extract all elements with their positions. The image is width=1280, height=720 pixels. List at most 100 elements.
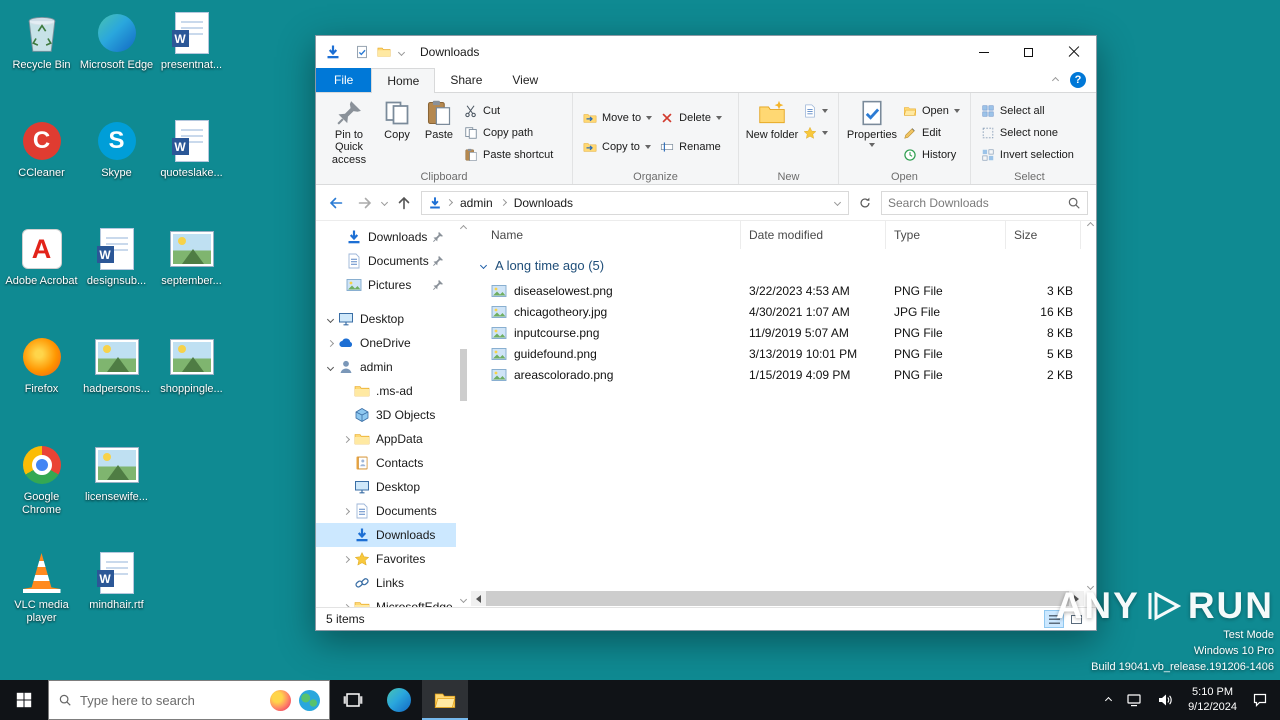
large-icons-view-button[interactable] xyxy=(1066,610,1086,628)
file-row[interactable]: inputcourse.png 11/9/2019 5:07 AM PNG Fi… xyxy=(469,322,1096,343)
nav-scrollbar[interactable] xyxy=(457,223,469,605)
file-row[interactable]: areascolorado.png 1/15/2019 4:09 PM PNG … xyxy=(469,364,1096,385)
nav-item-3d-objects[interactable]: 3D Objects xyxy=(316,403,456,427)
search-input[interactable] xyxy=(888,196,1061,210)
properties-qat-icon[interactable] xyxy=(355,45,369,59)
maximize-button[interactable] xyxy=(1006,36,1051,68)
file-row[interactable]: chicagotheory.jpg 4/30/2021 1:07 AM JPG … xyxy=(469,301,1096,322)
chevron-down-icon[interactable] xyxy=(326,363,333,370)
desktop-icon-september[interactable]: september... xyxy=(154,222,229,330)
action-center-icon[interactable] xyxy=(1252,692,1268,708)
nav-item-quick-documents[interactable]: Documents xyxy=(316,249,456,273)
chevron-right-icon[interactable] xyxy=(342,603,349,607)
close-button[interactable] xyxy=(1051,36,1096,68)
copy-button[interactable]: Copy xyxy=(376,96,418,168)
breadcrumb-downloads[interactable]: Downloads xyxy=(507,192,580,214)
nav-item-ms-ad[interactable]: .ms-ad xyxy=(316,379,456,403)
nav-item-favorites[interactable]: Favorites xyxy=(316,547,456,571)
taskbar-clock[interactable]: 5:10 PM 9/12/2024 xyxy=(1188,685,1237,715)
desktop-icon-designsub[interactable]: designsub... xyxy=(79,222,154,330)
chevron-right-icon[interactable] xyxy=(342,555,349,562)
desktop-icon-recycle-bin[interactable]: Recycle Bin xyxy=(4,6,79,114)
scroll-up-icon[interactable] xyxy=(459,225,466,232)
tab-file[interactable]: File xyxy=(316,68,371,92)
details-view-button[interactable] xyxy=(1044,610,1064,628)
column-header-name[interactable]: Name xyxy=(469,221,741,249)
hidden-icons-chevron-icon[interactable] xyxy=(1105,696,1112,703)
file-row[interactable]: diseaselowest.png 3/22/2023 4:53 AM PNG … xyxy=(469,280,1096,301)
move-to-button[interactable]: Move to xyxy=(579,108,656,128)
address-box[interactable]: admin Downloads xyxy=(421,191,849,215)
collapse-group-icon[interactable] xyxy=(480,262,487,269)
nav-item-desktop-user[interactable]: Desktop xyxy=(316,475,456,499)
desktop-icon-licensewife[interactable]: licensewife... xyxy=(79,438,154,546)
minimize-button[interactable] xyxy=(961,36,1006,68)
scroll-down-icon[interactable] xyxy=(459,596,466,603)
nav-item-quick-pictures[interactable]: Pictures xyxy=(316,273,456,297)
refresh-button[interactable] xyxy=(854,192,876,214)
desktop-icon-firefox[interactable]: Firefox xyxy=(4,330,79,438)
desktop-icon-google-chrome[interactable]: Google Chrome xyxy=(4,438,79,546)
chevron-right-icon[interactable] xyxy=(342,435,349,442)
scroll-down-icon[interactable] xyxy=(1086,583,1093,590)
rename-button[interactable]: Rename xyxy=(656,137,726,157)
nav-item-onedrive[interactable]: OneDrive xyxy=(316,331,456,355)
address-dropdown-chevron-icon[interactable] xyxy=(827,192,848,214)
taskbar-edge-button[interactable] xyxy=(376,680,422,720)
scroll-up-icon[interactable] xyxy=(1086,222,1093,229)
chevron-right-icon[interactable] xyxy=(326,339,333,346)
tab-home[interactable]: Home xyxy=(371,68,435,93)
weather-globe-icon[interactable] xyxy=(299,690,320,711)
nav-item-downloads-user[interactable]: Downloads xyxy=(316,523,456,547)
desktop-icon-quoteslake[interactable]: quoteslake... xyxy=(154,114,229,222)
recent-locations-chevron-icon[interactable] xyxy=(381,199,388,206)
history-button[interactable]: History xyxy=(899,145,964,165)
copy-path-button[interactable]: Copy path xyxy=(460,123,557,143)
nav-item-contacts[interactable]: Contacts xyxy=(316,451,456,475)
help-icon[interactable] xyxy=(1070,72,1086,88)
chevron-down-icon[interactable] xyxy=(326,315,333,322)
select-none-button[interactable]: Select none xyxy=(977,123,1078,143)
network-icon[interactable] xyxy=(1126,692,1142,708)
nav-item-microsoftedge[interactable]: MicrosoftEdge xyxy=(316,595,456,607)
customize-qat-chevron-icon[interactable] xyxy=(398,48,405,55)
desktop-icon-shoppingle[interactable]: shoppingle... xyxy=(154,330,229,438)
taskbar-file-explorer-button[interactable] xyxy=(422,680,468,720)
scroll-right-icon[interactable] xyxy=(1074,595,1079,603)
open-button[interactable]: Open xyxy=(899,101,964,121)
nav-item-documents-user[interactable]: Documents xyxy=(316,499,456,523)
collapse-ribbon-icon[interactable] xyxy=(1052,76,1059,83)
easy-access-button[interactable] xyxy=(799,123,832,143)
start-button[interactable] xyxy=(0,680,48,720)
vertical-scrollbar[interactable] xyxy=(1084,223,1096,589)
taskbar-search-input[interactable] xyxy=(80,693,262,708)
scrollbar-thumb[interactable] xyxy=(460,349,467,401)
new-folder-qat-icon[interactable] xyxy=(377,45,391,59)
desktop-icon-microsoft-edge[interactable]: Microsoft Edge xyxy=(79,6,154,114)
invert-selection-button[interactable]: Invert selection xyxy=(977,145,1078,165)
copy-to-button[interactable]: Copy to xyxy=(579,137,656,157)
column-header-size[interactable]: Size xyxy=(1006,221,1081,249)
cut-button[interactable]: Cut xyxy=(460,101,557,121)
properties-button[interactable]: Properties xyxy=(845,96,899,168)
nav-item-appdata[interactable]: AppData xyxy=(316,427,456,451)
volume-icon[interactable] xyxy=(1157,692,1173,708)
back-button[interactable] xyxy=(324,191,348,215)
up-button[interactable] xyxy=(392,191,416,215)
tab-view[interactable]: View xyxy=(497,68,553,92)
file-row[interactable]: guidefound.png 3/13/2019 10:01 PM PNG Fi… xyxy=(469,343,1096,364)
edit-button[interactable]: Edit xyxy=(899,123,964,143)
nav-item-links[interactable]: Links xyxy=(316,571,456,595)
scroll-left-icon[interactable] xyxy=(476,595,481,603)
breadcrumb-admin[interactable]: admin xyxy=(453,192,500,214)
nav-item-desktop[interactable]: Desktop xyxy=(316,307,456,331)
desktop-icon-skype[interactable]: Skype xyxy=(79,114,154,222)
delete-button[interactable]: Delete xyxy=(656,108,726,128)
search-icon[interactable] xyxy=(1067,196,1081,210)
group-header[interactable]: A long time ago (5) xyxy=(469,249,1096,280)
task-view-button[interactable] xyxy=(330,680,376,720)
forward-button[interactable] xyxy=(353,191,377,215)
desktop-icon-ccleaner[interactable]: CCleaner xyxy=(4,114,79,222)
new-item-button[interactable] xyxy=(799,101,832,121)
desktop-icon-hadpersons[interactable]: hadpersons... xyxy=(79,330,154,438)
